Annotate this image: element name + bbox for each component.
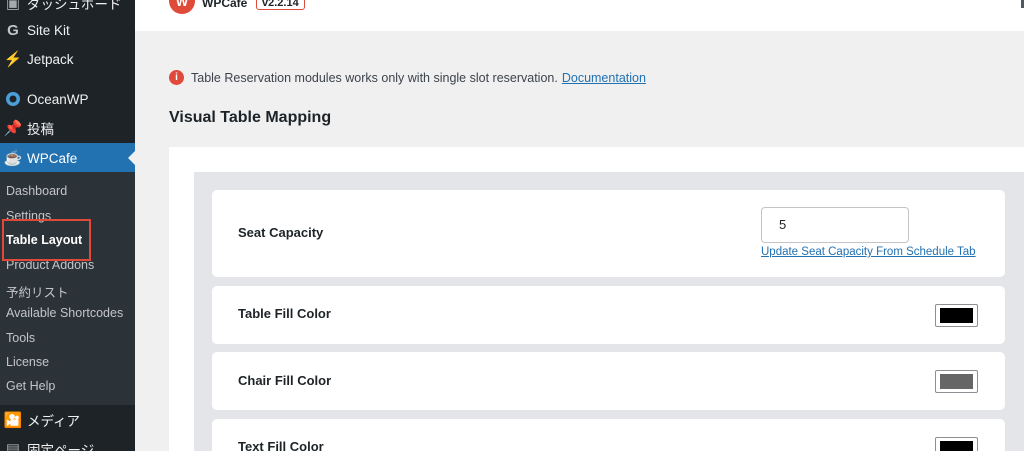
oceanwp-icon <box>4 90 22 108</box>
wpcafe-icon: ☕ <box>3 150 23 167</box>
sidebar-item-jetpack[interactable]: ⚡ Jetpack <box>0 44 135 74</box>
update-seat-capacity-link[interactable]: Update Seat Capacity From Schedule Tab <box>761 246 976 258</box>
submenu-item-shortcodes[interactable]: Available Shortcodes <box>6 306 123 320</box>
info-icon: i <box>169 70 184 85</box>
sidebar-item-label: Jetpack <box>27 51 74 67</box>
submenu-item-tools[interactable]: Tools <box>6 331 35 345</box>
submenu-item-reservations[interactable]: 予約リスト <box>6 282 69 301</box>
version-badge: v2.2.14 <box>256 0 305 10</box>
submenu-item-get-help[interactable]: Get Help <box>6 379 55 393</box>
table-fill-card: Table Fill Color <box>212 286 1005 344</box>
sidebar-item-posts[interactable]: 📌 投稿 <box>0 113 135 143</box>
sidebar-item-label: WPCafe <box>27 150 78 166</box>
sidebar-item-label: ダッシュボード <box>27 0 122 12</box>
brand-name: WPCafe <box>202 0 248 10</box>
chair-fill-color-picker[interactable] <box>935 370 978 393</box>
page-title: Visual Table Mapping <box>169 109 332 126</box>
chair-fill-label: Chair Fill Color <box>238 373 332 388</box>
text-fill-color-picker[interactable] <box>935 437 978 451</box>
notice-text: Table Reservation modules works only wit… <box>191 70 558 85</box>
plugin-header: W WPCafe v2.2.14 <box>135 0 1024 31</box>
table-fill-color-picker[interactable] <box>935 304 978 327</box>
wpcafe-logo-icon: W <box>169 0 195 14</box>
seat-capacity-label: Seat Capacity <box>238 225 324 240</box>
pin-icon: 📌 <box>3 120 23 137</box>
chair-fill-card: Chair Fill Color <box>212 352 1005 410</box>
jetpack-icon: ⚡ <box>3 51 23 68</box>
seat-capacity-input[interactable]: 5 <box>761 207 909 243</box>
media-icon: 🎦 <box>3 412 23 429</box>
chair-fill-color-swatch <box>940 374 973 389</box>
site-kit-icon: G <box>7 21 19 39</box>
sidebar-item-wpcafe[interactable]: ☕ WPCafe <box>0 143 135 173</box>
sidebar-item-media[interactable]: 🎦 メディア <box>0 405 135 435</box>
admin-sidebar: ▣ ダッシュボード G Site Kit ⚡ Jetpack OceanWP 📌… <box>0 0 135 451</box>
documentation-link[interactable]: Documentation <box>562 71 646 85</box>
text-fill-color-swatch <box>940 441 973 451</box>
sidebar-item-label: 固定ページ <box>27 443 95 451</box>
submenu-item-dashboard[interactable]: Dashboard <box>6 184 67 198</box>
seat-capacity-card: Seat Capacity 5 Update Seat Capacity Fro… <box>212 190 1005 277</box>
highlight-annotation <box>2 219 91 261</box>
text-fill-label: Text Fill Color <box>238 439 324 451</box>
dashboard-icon: ▣ <box>5 0 21 12</box>
text-fill-card: Text Fill Color <box>212 419 1005 451</box>
sidebar-item-label: メディア <box>27 414 81 429</box>
sidebar-item-oceanwp[interactable]: OceanWP <box>0 84 135 114</box>
info-notice: i Table Reservation modules works only w… <box>169 70 646 85</box>
submenu-item-license[interactable]: License <box>6 355 49 369</box>
wpcafe-submenu: Dashboard Settings Table Layout Product … <box>0 172 135 405</box>
sidebar-item-site-kit[interactable]: G Site Kit <box>0 15 135 45</box>
table-fill-label: Table Fill Color <box>238 306 331 321</box>
table-fill-color-swatch <box>940 308 973 323</box>
sidebar-item-label: Site Kit <box>27 22 70 38</box>
sidebar-item-label: OceanWP <box>27 91 89 107</box>
sidebar-item-pages[interactable]: ▤ 固定ページ <box>0 434 135 451</box>
page-icon: ▤ <box>5 441 21 451</box>
sidebar-item-label: 投稿 <box>27 122 54 137</box>
